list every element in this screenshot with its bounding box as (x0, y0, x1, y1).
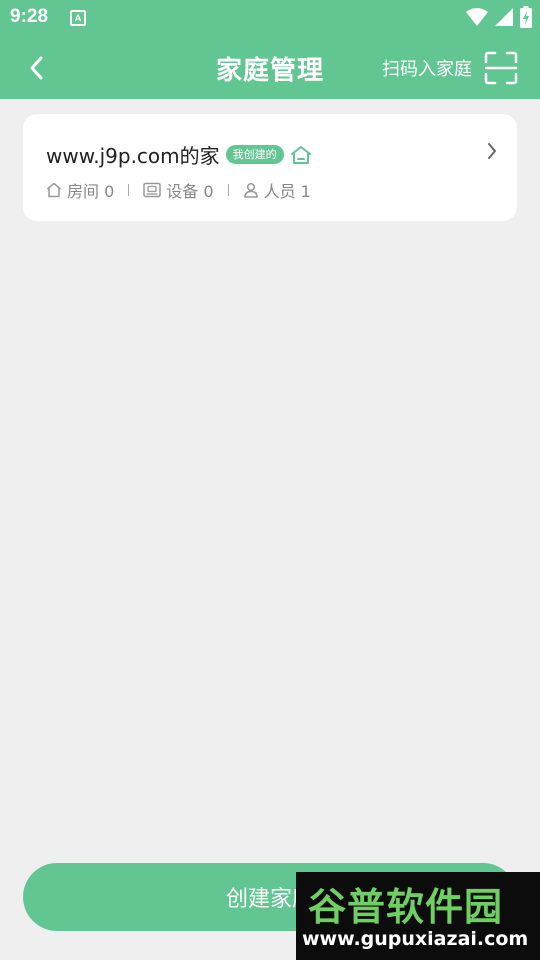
stat-rooms: 房间 0 (46, 178, 114, 202)
home-card[interactable]: www.j9p.com的家 我创建的 房间 0 设备 0 人员 1 (23, 114, 517, 221)
watermark-logo: 谷普软件园 (308, 885, 504, 929)
chevron-right-icon (488, 143, 496, 159)
app-bar: 家庭管理 扫码入家庭 (0, 36, 540, 99)
signal-icon (495, 8, 513, 26)
stat-rooms-label: 房间 0 (67, 182, 115, 201)
stat-divider (227, 184, 229, 196)
scan-icon (484, 51, 518, 85)
wifi-icon (466, 8, 488, 26)
owner-badge: 我创建的 (225, 145, 284, 164)
scan-join-label: 扫码入家庭 (382, 59, 472, 80)
notification-icon: A (70, 10, 86, 26)
home-name-row: www.j9p.com的家 我创建的 (46, 140, 312, 169)
device-icon (143, 182, 162, 198)
watermark: 谷普软件园 www.gupuxiazai.com (296, 872, 540, 960)
scan-join-button[interactable]: 扫码入家庭 (382, 50, 518, 86)
home-stats: 房间 0 设备 0 人员 1 (46, 178, 311, 202)
home-name: www.j9p.com的家 (46, 144, 220, 168)
system-icons (466, 6, 532, 28)
house-icon (47, 182, 61, 198)
stat-devices: 设备 0 (143, 178, 214, 202)
person-icon (243, 182, 258, 198)
status-bar: 9:28 A (0, 0, 540, 36)
status-time: 9:28 (10, 6, 49, 27)
stat-members-label: 人员 1 (263, 182, 311, 201)
stat-divider (128, 184, 130, 196)
stat-members: 人员 1 (243, 178, 311, 202)
home-icon (290, 145, 312, 165)
battery-icon (520, 6, 532, 28)
watermark-url: www.gupuxiazai.com (302, 928, 529, 950)
stat-devices-label: 设备 0 (166, 182, 214, 201)
